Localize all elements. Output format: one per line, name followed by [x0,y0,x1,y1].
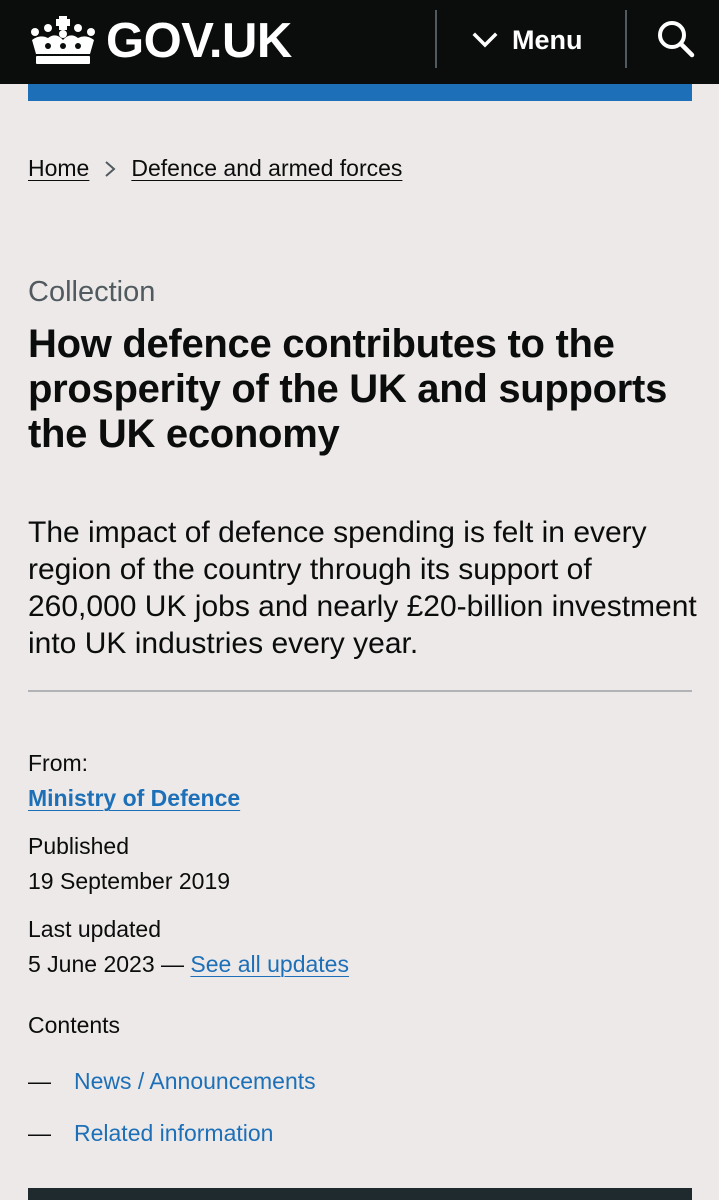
search-button[interactable] [654,18,698,62]
site-header: GOV.UK Menu [0,0,719,84]
chevron-right-icon [105,160,116,177]
menu-label: Menu [512,24,583,55]
menu-button[interactable]: Menu [472,18,583,62]
see-all-updates-link[interactable]: See all updates [190,951,349,977]
contents-item: — Related information [28,1120,273,1147]
logo-text: GOV.UK [106,13,292,68]
contents-dash: — [28,1120,51,1146]
contents-link-related[interactable]: Related information [74,1120,273,1147]
breadcrumb: Home Defence and armed forces [28,155,402,182]
contents-heading: Contents [28,1012,121,1038]
search-icon [658,21,695,58]
crown-icon [31,16,95,64]
contents-item: — News / Announcements [28,1068,316,1095]
published-label: Published [28,833,130,859]
from-label: From: [28,750,89,776]
header-divider [435,10,437,68]
contents-dash: — [28,1068,51,1094]
last-updated-date: 5 June 2023 — [28,951,185,977]
header-divider [625,10,627,68]
last-updated-label: Last updated [28,916,162,942]
published-date: 19 September 2019 [28,868,231,894]
page-caption: Collection [28,276,156,308]
breadcrumb-home-link[interactable]: Home [28,155,89,182]
contents-link-news[interactable]: News / Announcements [74,1068,316,1095]
govuk-logo-link[interactable]: GOV.UK [28,12,292,70]
header-accent-bar [28,84,692,101]
section-divider [28,690,692,692]
page-title: How defence contributes to the prosperit… [28,322,668,456]
chevron-down-icon [472,32,498,48]
lead-paragraph: The impact of defence spending is felt i… [28,516,697,660]
banner-image-edge [28,1188,692,1200]
breadcrumb-defence-link[interactable]: Defence and armed forces [131,155,402,182]
ministry-of-defence-link[interactable]: Ministry of Defence [28,785,240,811]
